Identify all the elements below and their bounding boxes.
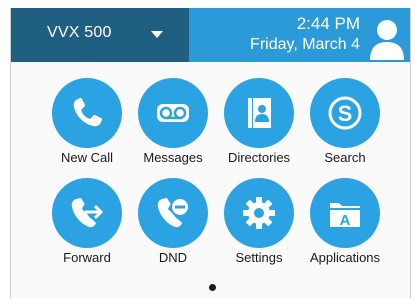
phone-screen: VVX 500 2:44 PM Friday, March 4 New Call: [10, 8, 411, 298]
app-new-call-button[interactable]: New Call: [42, 78, 132, 188]
app-dnd-button[interactable]: DND: [128, 178, 218, 288]
app-label: Search: [324, 150, 366, 165]
phone-icon: [52, 78, 122, 148]
chevron-down-icon: [151, 31, 163, 38]
svg-text:A: A: [340, 212, 351, 229]
clock: 2:44 PM Friday, March 4: [250, 13, 360, 55]
applications-folder-icon: A: [310, 178, 380, 248]
status-bar: VVX 500 2:44 PM Friday, March 4: [11, 8, 410, 62]
line-name: VVX 500: [47, 24, 112, 41]
skype-icon: S: [310, 78, 380, 148]
voicemail-icon: [138, 78, 208, 148]
do-not-disturb-icon: [138, 178, 208, 248]
app-applications-button[interactable]: A Applications: [300, 178, 390, 288]
page-indicator-dot[interactable]: [209, 284, 216, 291]
app-settings-button[interactable]: Settings: [214, 178, 304, 288]
app-label: Applications: [309, 250, 381, 265]
app-directories-button[interactable]: Directories: [214, 78, 304, 188]
contacts-book-icon: [224, 78, 294, 148]
svg-text:S: S: [338, 101, 353, 126]
line-selector-dropdown[interactable]: VVX 500: [11, 8, 189, 62]
app-messages-button[interactable]: Messages: [128, 78, 218, 188]
clock-time: 2:44 PM: [296, 14, 360, 33]
gear-icon: [224, 178, 294, 248]
call-forward-icon: [52, 178, 122, 248]
app-forward-button[interactable]: Forward: [42, 178, 132, 288]
app-search-button[interactable]: S Search: [300, 78, 390, 188]
clock-date: Friday, March 4: [250, 36, 360, 53]
user-icon[interactable]: [367, 16, 407, 60]
